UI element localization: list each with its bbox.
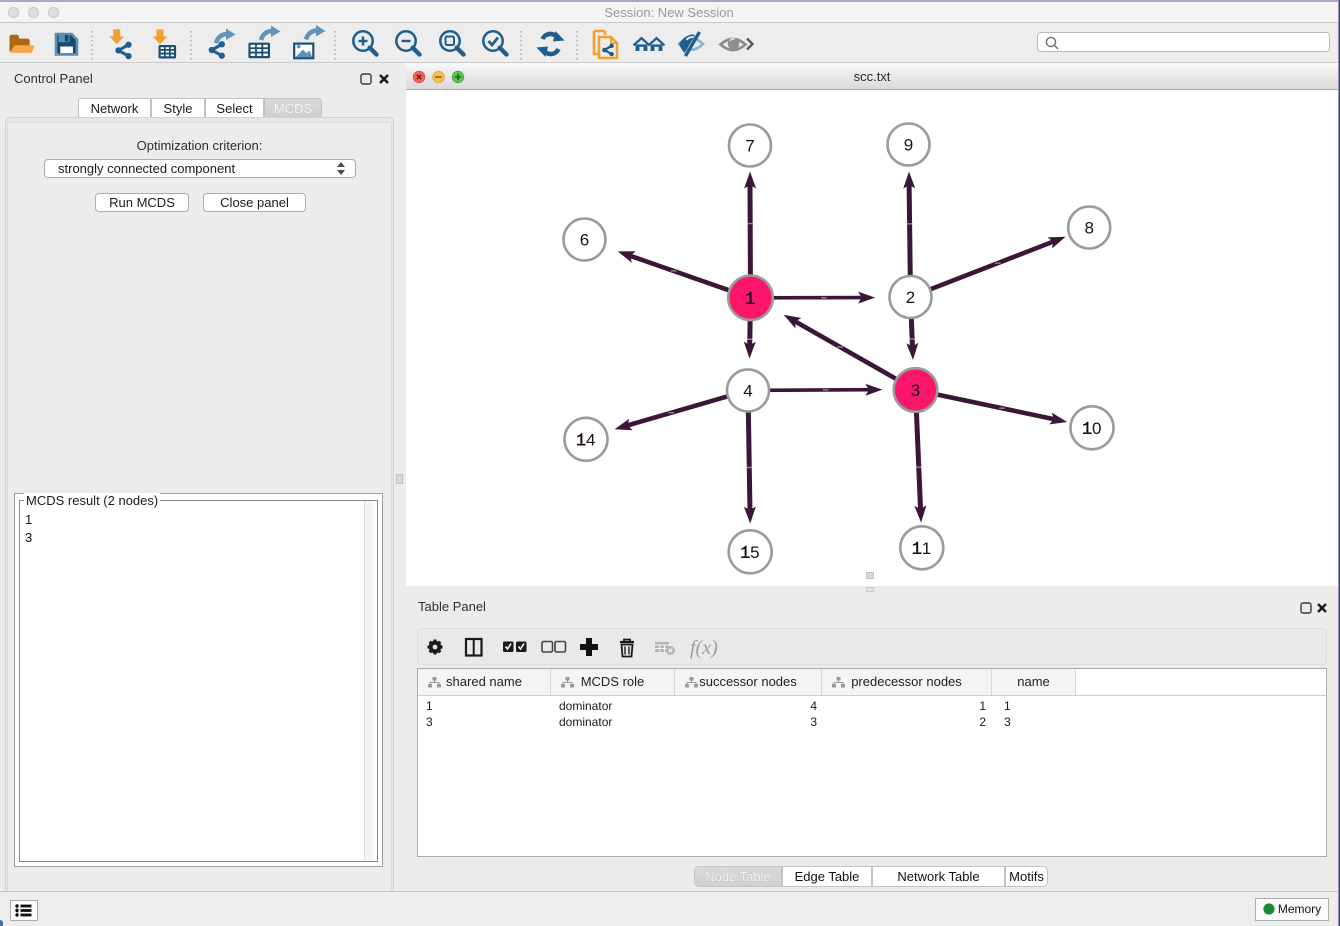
- svg-text:3: 3: [911, 381, 920, 400]
- svg-text:8: 8: [1084, 219, 1093, 238]
- svg-text:7: 7: [745, 137, 754, 156]
- svg-text:2: 2: [906, 288, 915, 307]
- svg-text:1: 1: [922, 539, 931, 558]
- svg-text:4: 4: [743, 382, 752, 401]
- svg-text:5: 5: [750, 543, 759, 562]
- svg-text:6: 6: [580, 231, 589, 250]
- svg-text:9: 9: [904, 136, 913, 155]
- svg-text:f(x): f(x): [690, 637, 718, 659]
- svg-text:0: 0: [1092, 419, 1101, 438]
- svg-text:4: 4: [586, 431, 595, 450]
